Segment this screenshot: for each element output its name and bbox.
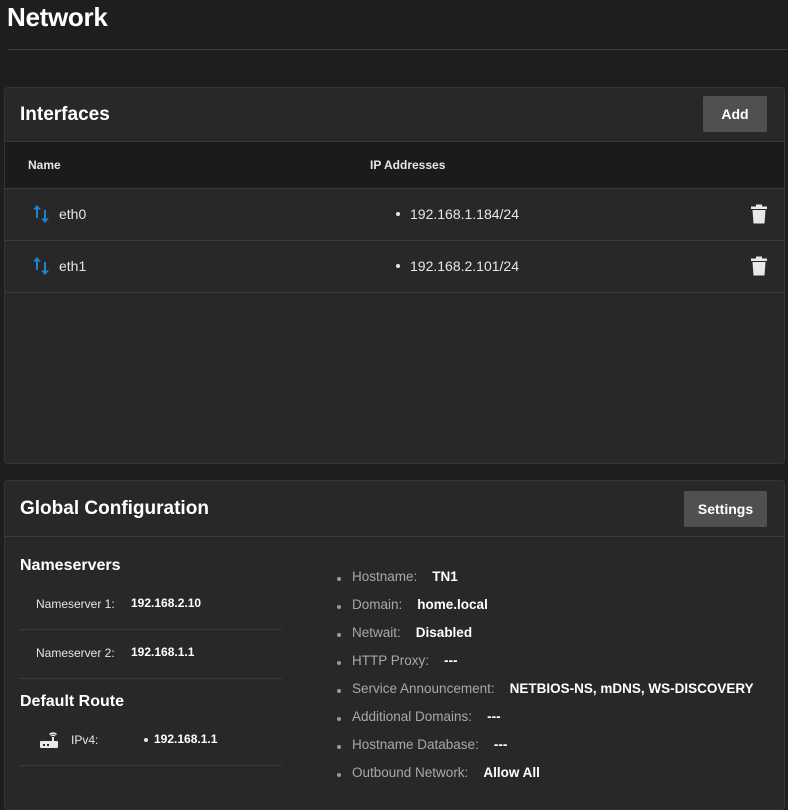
config-value: --- [487, 709, 501, 724]
swap-vert-icon [33, 205, 49, 223]
page-title: Network [7, 2, 108, 32]
nameserver-label: Nameserver 2: [36, 646, 115, 660]
config-label: Hostname: [352, 569, 418, 584]
nameserver-row: Nameserver 1: 192.168.2.10 [20, 581, 282, 630]
nameserver-value: 192.168.1.1 [131, 645, 195, 659]
nameservers-title: Nameservers [20, 557, 121, 574]
global-configuration-header: Global Configuration Settings [5, 481, 784, 537]
config-label: Domain: [352, 597, 403, 612]
ip-bullet [396, 212, 400, 216]
config-label: Additional Domains: [352, 709, 473, 724]
interfaces-title: Interfaces [20, 104, 110, 125]
config-value: --- [493, 737, 508, 752]
global-configuration-title: Global Configuration [20, 498, 209, 519]
config-value: Disabled [415, 625, 473, 640]
title-divider [7, 49, 788, 50]
default-route-label: IPv4: [71, 733, 99, 747]
interfaces-table-header: Name IP Addresses [5, 142, 784, 189]
add-interface-button[interactable]: Add [703, 96, 767, 132]
default-route-row: IPv4: 192.168.1.1 [20, 717, 282, 766]
interfaces-card: Interfaces Add Name IP Addresses eth0 19… [4, 87, 785, 464]
default-route-title: Default Route [20, 693, 124, 710]
global-configuration-card: Global Configuration Settings Nameserver… [4, 480, 785, 810]
router-icon [40, 732, 58, 748]
interface-name: eth1 [59, 258, 87, 274]
config-value: --- [444, 653, 458, 668]
column-header-ip-addresses[interactable]: IP Addresses [370, 158, 445, 172]
swap-vert-icon [33, 257, 49, 275]
column-header-name[interactable]: Name [28, 158, 61, 172]
config-label: Outbound Network: [352, 765, 469, 780]
nameserver-row: Nameserver 2: 192.168.1.1 [20, 630, 282, 679]
nameserver-value: 192.168.2.10 [131, 596, 202, 610]
settings-button[interactable]: Settings [684, 491, 767, 527]
config-label: Service Announcement: [352, 681, 495, 696]
trash-icon[interactable] [750, 256, 768, 276]
table-row[interactable]: eth1 192.168.2.101/24 [5, 241, 784, 293]
ip-bullet [396, 264, 400, 268]
config-value: NETBIOS-NS, mDNS, WS-DISCOVERY [509, 681, 754, 696]
interface-ip: 192.168.2.101/24 [410, 258, 519, 274]
config-value: Allow All [483, 765, 540, 780]
config-label: Hostname Database: [352, 737, 479, 752]
trash-icon[interactable] [750, 204, 768, 224]
table-row[interactable]: eth0 192.168.1.184/24 [5, 189, 784, 241]
nameserver-label: Nameserver 1: [36, 597, 115, 611]
default-route-value: 192.168.1.1 [154, 732, 218, 746]
config-label: HTTP Proxy: [352, 653, 430, 668]
config-value: home.local [417, 597, 488, 612]
config-label: Netwait: [352, 625, 401, 640]
interfaces-header: Interfaces Add [5, 88, 784, 142]
config-value: TN1 [432, 569, 458, 584]
route-bullet [144, 738, 148, 742]
interface-name: eth0 [59, 206, 87, 222]
interface-ip: 192.168.1.184/24 [410, 206, 519, 222]
